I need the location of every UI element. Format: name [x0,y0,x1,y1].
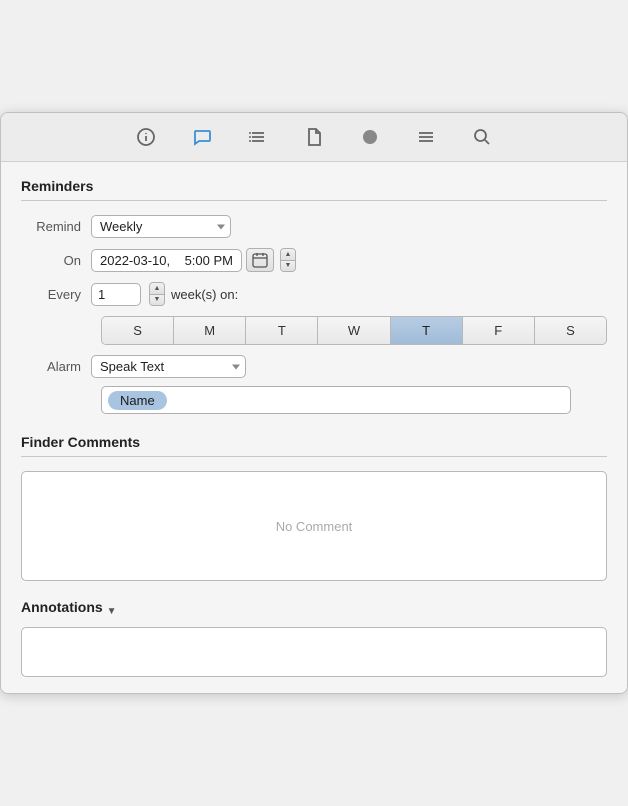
annotations-title: Annotations [21,599,103,615]
info-icon[interactable] [132,123,160,151]
annotations-section: Annotations ▼ [21,599,607,677]
every-row: Every ▲ ▼ week(s) on: [21,282,607,306]
chat-icon[interactable] [188,123,216,151]
on-row: On 2022-03-10, 5:00 PM [21,248,607,272]
day-wednesday[interactable]: W [318,317,390,344]
document-icon[interactable] [300,123,328,151]
day-buttons: S M T W T F S [101,316,607,345]
name-chip: Name [108,391,167,410]
content-area: Reminders Remind Weekly Once Daily Month… [1,162,627,693]
annotations-dropdown-arrow: ▼ [107,606,117,617]
on-label: On [21,253,91,268]
alarm-label: Alarm [21,359,91,374]
alarm-row: Alarm Speak Text None Message Message wi… [21,355,607,378]
alarm-select[interactable]: Speak Text None Message Message with Sou… [91,355,246,378]
name-field[interactable]: Name [101,386,571,414]
time-stepper[interactable]: ▲ ▼ [280,248,296,272]
search-icon[interactable] [468,123,496,151]
alarm-select-wrapper: Speak Text None Message Message with Sou… [91,355,246,378]
every-up-arrow[interactable]: ▲ [150,283,164,295]
every-controls: ▲ ▼ week(s) on: [91,282,238,306]
menu-lines-icon[interactable] [412,123,440,151]
main-window: Reminders Remind Weekly Once Daily Month… [0,112,628,694]
every-down-arrow[interactable]: ▼ [150,295,164,306]
week-label: week(s) on: [171,287,238,302]
reminders-divider [21,200,607,201]
remind-select-wrapper: Weekly Once Daily Monthly Yearly [91,215,231,238]
toolbar [1,113,627,162]
day-tuesday[interactable]: T [246,317,318,344]
every-input[interactable] [91,283,141,306]
reminders-title: Reminders [21,178,607,194]
every-stepper[interactable]: ▲ ▼ [149,282,165,306]
name-row: Name [101,386,607,414]
datetime-row: 2022-03-10, 5:00 PM ▲ [91,248,296,272]
no-comment-text: No Comment [276,519,353,534]
comments-box[interactable]: No Comment [21,471,607,581]
annotations-box [21,627,607,677]
calendar-button[interactable] [246,248,274,272]
day-sunday[interactable]: S [102,317,174,344]
day-saturday[interactable]: S [535,317,606,344]
annotations-header[interactable]: Annotations ▼ [21,599,607,621]
time-down-arrow[interactable]: ▼ [281,261,295,272]
finder-comments-title: Finder Comments [21,434,607,450]
reminders-section: Reminders Remind Weekly Once Daily Month… [21,178,607,414]
circle-icon[interactable] [356,123,384,151]
time-up-arrow[interactable]: ▲ [281,249,295,261]
day-monday[interactable]: M [174,317,246,344]
day-thursday[interactable]: T [391,317,463,344]
finder-comments-section: Finder Comments No Comment [21,434,607,581]
every-label: Every [21,287,91,302]
list-icon[interactable] [244,123,272,151]
date-value: 2022-03-10, 5:00 PM [91,249,242,272]
remind-label: Remind [21,219,91,234]
remind-row: Remind Weekly Once Daily Monthly Yearly [21,215,607,238]
day-friday[interactable]: F [463,317,535,344]
remind-select[interactable]: Weekly Once Daily Monthly Yearly [91,215,231,238]
finder-divider [21,456,607,457]
